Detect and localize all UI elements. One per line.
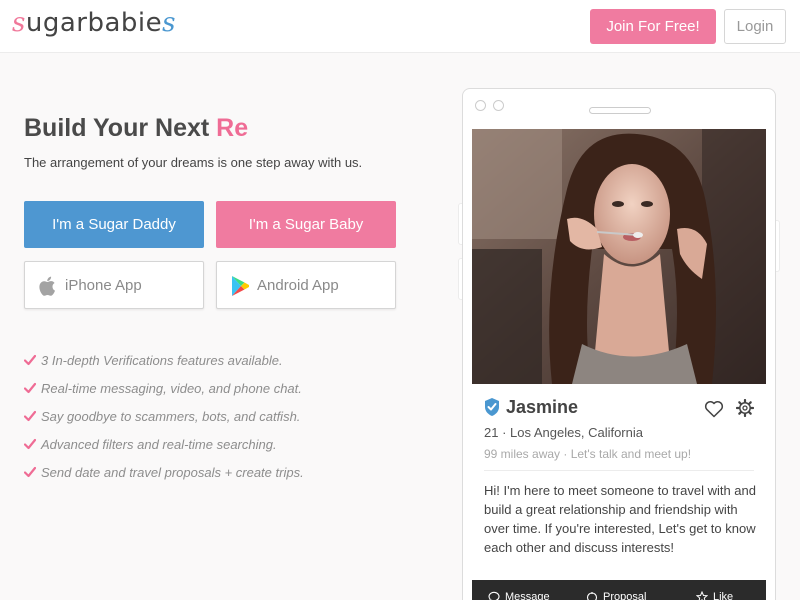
iphone-app-button[interactable]: iPhone App — [24, 261, 204, 309]
android-app-button[interactable]: Android App — [216, 261, 396, 309]
feature-item: Advanced filters and real-time searching… — [24, 430, 304, 458]
hero-headline: Build Your Next Re — [24, 114, 249, 142]
phone-speaker — [589, 107, 651, 114]
sugar-daddy-button[interactable]: I'm a Sugar Daddy — [24, 201, 204, 248]
heart-icon[interactable] — [704, 400, 724, 418]
site-header: sugarbabies Join For Free! Login — [0, 0, 800, 53]
feature-item: Send date and travel proposals + create … — [24, 458, 304, 486]
proposal-icon — [586, 592, 598, 600]
phone-sensor-dot — [493, 100, 504, 111]
feature-item: Real-time messaging, video, and phone ch… — [24, 374, 304, 402]
proposal-button[interactable]: Proposal — [586, 591, 646, 600]
feature-list: 3 In-depth Verifications features availa… — [24, 346, 304, 486]
check-icon — [24, 354, 36, 366]
feature-item: 3 In-depth Verifications features availa… — [24, 346, 304, 374]
apple-icon — [39, 276, 55, 296]
iphone-app-label: iPhone App — [65, 277, 142, 294]
gear-icon[interactable] — [736, 399, 754, 417]
sugar-baby-button[interactable]: I'm a Sugar Baby — [216, 201, 396, 248]
feature-item: Say goodbye to scammers, bots, and catfi… — [24, 402, 304, 430]
check-icon — [24, 382, 36, 394]
android-app-label: Android App — [257, 277, 339, 294]
profile-photo[interactable] — [472, 129, 766, 384]
login-button[interactable]: Login — [724, 9, 786, 44]
phone-camera-dot — [475, 100, 486, 111]
profile-name: Jasmine — [506, 397, 579, 417]
star-icon — [696, 591, 708, 600]
profile-distance: 99 miles away · Let's talk and meet up! — [484, 447, 692, 461]
message-icon — [488, 591, 500, 600]
verified-badge-icon — [485, 398, 499, 416]
divider — [484, 470, 754, 471]
logo[interactable]: sugarbabies — [12, 8, 176, 38]
google-play-icon — [232, 276, 249, 296]
message-button[interactable]: Message — [488, 591, 550, 600]
profile-action-bar: Message Proposal Like — [472, 580, 766, 600]
check-icon — [24, 438, 36, 450]
hero-subtitle: The arrangement of your dreams is one st… — [24, 155, 363, 170]
check-icon — [24, 466, 36, 478]
profile-photo-art — [472, 129, 766, 384]
join-for-free-button[interactable]: Join For Free! — [590, 9, 716, 44]
like-button[interactable]: Like — [696, 591, 733, 600]
check-icon — [24, 410, 36, 422]
profile-bio: Hi! I'm here to meet someone to travel w… — [484, 483, 756, 555]
profile-age-location: 21 · Los Angeles, California — [484, 425, 643, 440]
